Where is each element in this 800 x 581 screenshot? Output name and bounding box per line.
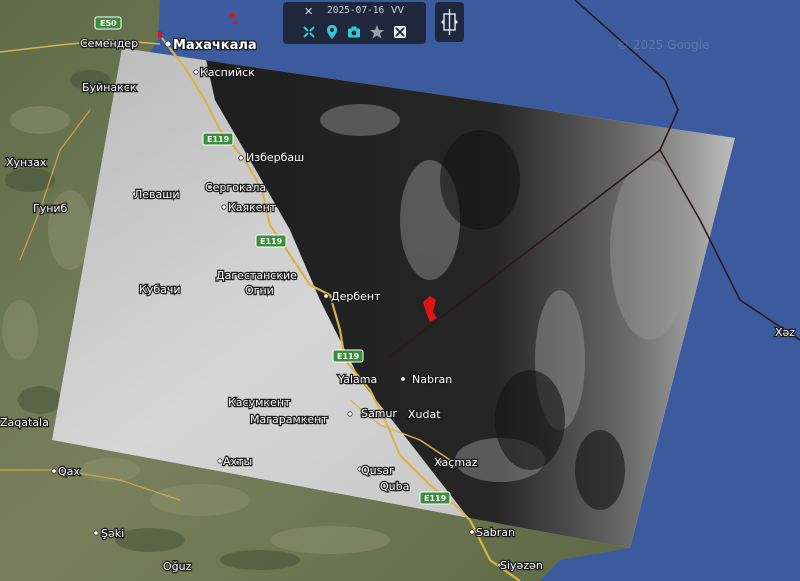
road-shield-e119-2: E119	[255, 234, 287, 248]
city-label-nabran: Nabran	[412, 373, 452, 386]
road-shield-e119-2-label: E119	[260, 237, 283, 246]
acquisition-date: 2025-07-16	[327, 5, 385, 16]
city-label-sabran: Sabran	[476, 526, 515, 539]
city-label-siyazan: Siyəzən	[500, 559, 543, 572]
city-label-samur: Samur	[361, 407, 397, 420]
city-label-quba: Quba	[380, 480, 409, 493]
city-label-akhty: Ахты	[223, 455, 252, 468]
city-label-sheki: Şəki	[101, 527, 124, 540]
city-label-magaramkent: Магарамкент	[250, 413, 328, 426]
city-label-derbent: Дербент	[331, 290, 381, 303]
road-shield-e119-1: E119	[202, 132, 234, 146]
location-pin-icon[interactable]	[323, 23, 341, 41]
city-label-qusar: Qusar	[361, 464, 394, 477]
city-label-kayakent: Каякент	[228, 201, 277, 214]
city-label-makhachkala: Махачкала	[173, 38, 257, 53]
small-marker-1	[230, 14, 235, 17]
camera-icon[interactable]	[345, 23, 363, 41]
road-shield-e50-label: E50	[100, 19, 117, 28]
split-compare-icon	[441, 9, 458, 35]
small-marker-3	[158, 31, 162, 37]
city-label-khunzakh: Хунзах	[6, 156, 47, 169]
road-shield-e119-3-label: E119	[337, 352, 360, 361]
city-label-gunib: Гуниб	[33, 202, 68, 215]
city-label-kaspiysk: Каспийск	[200, 66, 255, 79]
image-toolbar: ✕ 2025-07-16 VV	[283, 2, 426, 44]
city-label-xachmaz: Xaçmaz	[434, 456, 478, 469]
small-marker-2	[233, 21, 238, 24]
city-label-qax: Qax	[58, 465, 80, 478]
city-label-izberbash: Избербаш	[246, 151, 304, 164]
polarization-label: VV	[391, 5, 404, 16]
toolbar-info-row: ✕ 2025-07-16 VV	[283, 4, 426, 20]
city-label-oguz: Oğuz	[163, 560, 192, 573]
road-shield-e119-3: E119	[332, 349, 364, 363]
city-label-dagogni-line2: Огни	[245, 284, 274, 297]
map-view[interactable]: © 2025 Google E50 E119 E119 E119 E119 Ма…	[0, 0, 800, 581]
crosshair-icon[interactable]	[300, 23, 318, 41]
city-label-buynaksk: Буйнакск	[82, 81, 137, 94]
city-label-kubachi: Кубачи	[139, 283, 181, 296]
city-label-semender: Семендер	[80, 37, 138, 50]
split-compare-button[interactable]	[435, 2, 464, 42]
star-icon[interactable]	[368, 23, 386, 41]
road-shield-e50: E50	[94, 16, 122, 30]
toolbar-actions-row	[283, 23, 426, 41]
scissors-icon[interactable]	[391, 23, 409, 41]
city-label-khudat: Xudat	[408, 408, 441, 421]
city-label-khaz: Xəz	[775, 326, 795, 339]
road-shield-e119-4-label: E119	[424, 494, 447, 503]
close-button[interactable]: ✕	[304, 5, 313, 18]
city-label-dagogni-line1: Дагестанские	[216, 269, 297, 282]
city-label-sergokala: Сергокала	[205, 181, 266, 194]
city-label-kasumkent: Касумкент	[228, 396, 291, 409]
road-shield-e119-4: E119	[419, 491, 451, 505]
city-label-zaqatala: Zaqatala	[0, 416, 49, 429]
map-copyright: © 2025 Google	[617, 38, 709, 52]
road-shield-e119-1-label: E119	[207, 135, 230, 144]
city-label-levashi: Леваши	[134, 188, 179, 201]
city-label-yalama: Yalama	[337, 373, 377, 386]
